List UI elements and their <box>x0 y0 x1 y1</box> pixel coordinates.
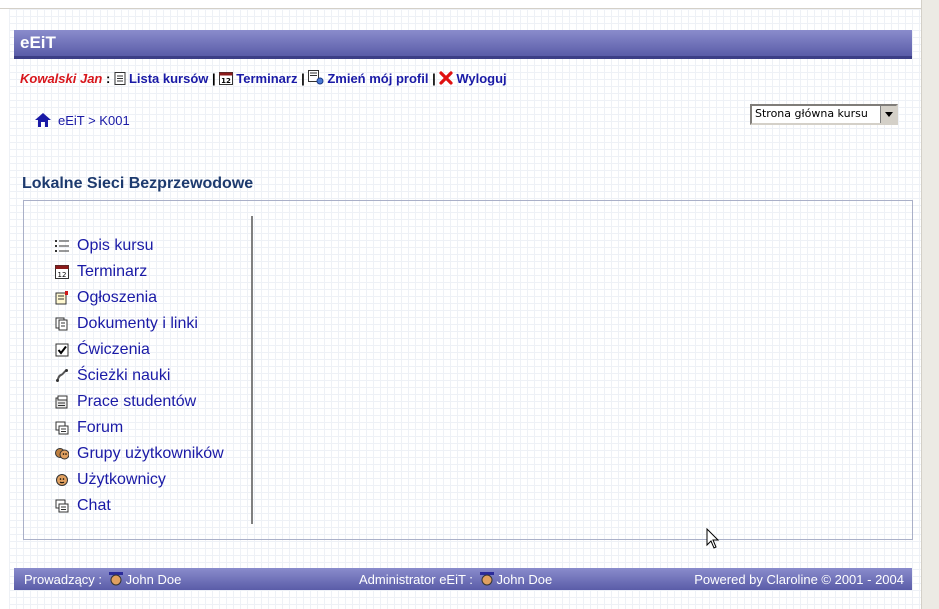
menu-divider <box>251 216 253 524</box>
course-title: Lokalne Sieci Bezprzewodowe <box>22 175 254 192</box>
documents-icon <box>55 317 68 331</box>
user-icon <box>479 572 494 586</box>
user-icon <box>108 572 123 586</box>
menu-item-label: Grupy użytkowników <box>77 445 224 462</box>
calendar-link[interactable]: 12 Terminarz <box>219 71 301 86</box>
menu-item-student-works[interactable]: Prace studentów <box>55 389 224 415</box>
path-icon <box>56 369 68 382</box>
menu-item-announcements[interactable]: Ogłoszenia <box>55 285 224 311</box>
menu-item-forum[interactable]: Forum <box>55 415 224 441</box>
home-icon[interactable] <box>34 112 52 128</box>
profile-icon <box>308 70 324 85</box>
logout-link[interactable]: Wyloguj <box>439 71 507 86</box>
course-tools-menu: Opis kursu 12 Terminarz Ogłoszenia Dokum… <box>55 233 224 519</box>
assignments-icon <box>55 395 68 409</box>
calendar-icon: 12 <box>219 72 234 85</box>
list-icon <box>55 240 69 252</box>
chat-icon <box>55 499 69 513</box>
menu-item-label: Opis kursu <box>77 237 154 254</box>
menu-item-course-description[interactable]: Opis kursu <box>55 233 224 259</box>
breadcrumb-path[interactable]: eEiT > K001 <box>58 113 130 128</box>
groups-icon <box>55 448 69 460</box>
breadcrumb: eEiT > K001 <box>34 112 130 128</box>
footer-bar: Prowadzący : John Doe Administrator eEiT… <box>14 568 912 590</box>
course-section-value: Strona główna kursu <box>755 107 868 120</box>
checkbox-icon <box>55 343 69 357</box>
course-list-link[interactable]: Lista kursów <box>114 71 212 86</box>
calendar-label: Terminarz <box>236 71 298 86</box>
menu-item-label: Dokumenty i linki <box>77 315 198 332</box>
svg-text:12: 12 <box>58 271 67 279</box>
profile-label: Zmień mój profil <box>327 71 429 86</box>
menu-item-learning-paths[interactable]: Ścieżki nauki <box>55 363 224 389</box>
menu-item-label: Użytkownicy <box>77 471 166 488</box>
course-section-select[interactable]: Strona główna kursu <box>750 104 898 125</box>
mouse-cursor-icon <box>706 528 720 549</box>
menu-item-documents[interactable]: Dokumenty i linki <box>55 311 224 337</box>
menu-item-label: Ścieżki nauki <box>77 367 171 384</box>
document-icon <box>114 72 126 85</box>
menu-item-chat[interactable]: Chat <box>55 493 224 519</box>
logout-label: Wyloguj <box>456 71 507 86</box>
menu-item-label: Ogłoszenia <box>77 289 158 306</box>
vertical-scrollbar[interactable] <box>921 0 939 609</box>
footer-teacher: Prowadzący : John Doe <box>24 572 181 587</box>
svg-text:12: 12 <box>221 77 231 85</box>
footer-teacher-name[interactable]: John Doe <box>126 572 182 587</box>
logout-x-icon <box>439 71 453 85</box>
menu-item-exercises[interactable]: Ćwiczenia <box>55 337 224 363</box>
footer-teacher-label: Prowadzący : <box>24 572 103 587</box>
app-title: eEiT <box>20 33 56 52</box>
header-banner: eEiT <box>14 30 912 59</box>
menu-item-label: Terminarz <box>77 263 148 280</box>
calendar-icon: 12 <box>55 265 69 279</box>
menu-item-users[interactable]: Użytkownicy <box>55 467 224 493</box>
menu-item-label: Ćwiczenia <box>77 341 150 358</box>
menu-item-user-groups[interactable]: Grupy użytkowników <box>55 441 224 467</box>
menu-item-calendar[interactable]: 12 Terminarz <box>55 259 224 285</box>
menu-item-label: Prace studentów <box>77 393 197 410</box>
chevron-down-icon[interactable] <box>880 106 896 123</box>
course-list-label: Lista kursów <box>128 71 209 86</box>
forum-icon <box>55 421 69 435</box>
announcement-icon <box>55 291 68 305</box>
user-toolbar: Kowalski Jan : Lista kursów | 12 Terminar… <box>20 70 507 86</box>
user-name: Kowalski Jan <box>20 71 103 86</box>
window-top-edge <box>0 0 939 9</box>
footer-admin-label: Administrator eEiT : <box>359 572 473 587</box>
user-icon <box>56 474 68 486</box>
footer-powered-by: Powered by Claroline © 2001 - 2004 <box>694 572 904 587</box>
menu-item-label: Chat <box>77 497 111 514</box>
menu-item-label: Forum <box>77 419 124 436</box>
footer-admin: Administrator eEiT : John Doe <box>359 572 552 587</box>
footer-admin-name[interactable]: John Doe <box>497 572 553 587</box>
profile-link[interactable]: Zmień mój profil <box>308 70 432 86</box>
